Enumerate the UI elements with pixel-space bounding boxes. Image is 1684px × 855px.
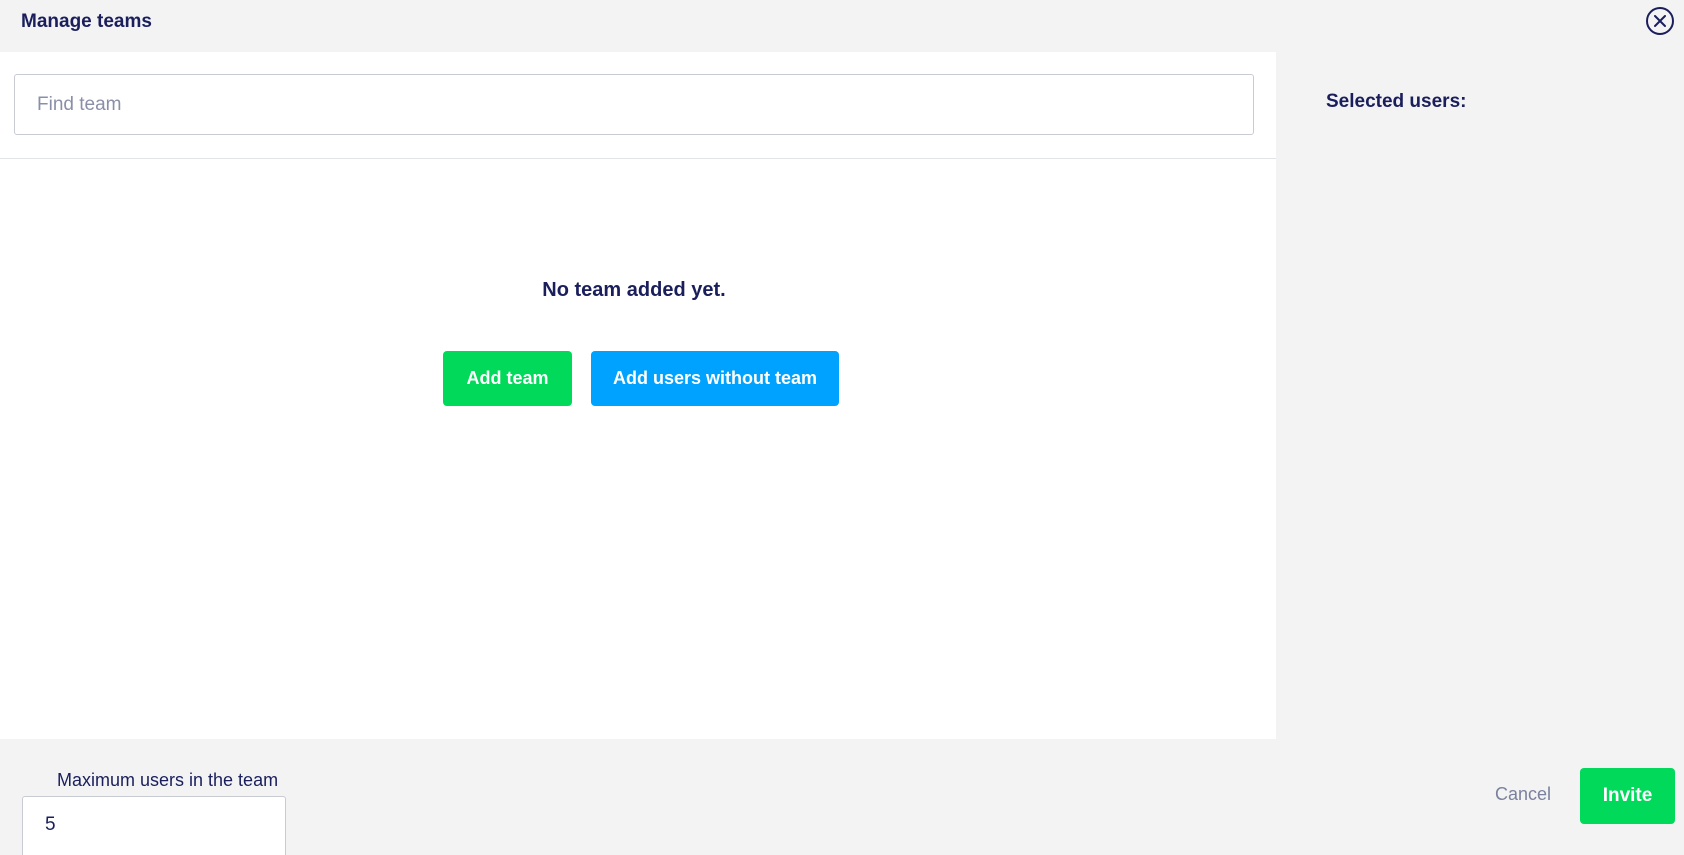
close-button[interactable]: [1646, 7, 1674, 35]
modal-footer: Maximum users in the team Cancel Invite: [0, 739, 1684, 855]
search-bar: [0, 52, 1276, 159]
add-team-button[interactable]: Add team: [443, 351, 572, 406]
teams-panel: No team added yet. Add team Add users wi…: [0, 52, 1276, 739]
selected-users-label: Selected users:: [1326, 91, 1467, 112]
invite-button[interactable]: Invite: [1580, 768, 1675, 824]
max-users-input[interactable]: [22, 796, 286, 855]
max-users-label: Maximum users in the team: [57, 770, 279, 790]
cancel-button[interactable]: Cancel: [1495, 784, 1551, 805]
page-title: Manage teams: [21, 11, 152, 32]
modal-header: Manage teams: [0, 0, 1684, 52]
selected-users-panel: Selected users:: [1276, 52, 1684, 739]
find-team-input[interactable]: [14, 74, 1254, 135]
empty-state-message: No team added yet.: [542, 279, 726, 301]
close-icon: [1654, 15, 1666, 27]
add-users-without-team-button[interactable]: Add users without team: [591, 351, 839, 406]
